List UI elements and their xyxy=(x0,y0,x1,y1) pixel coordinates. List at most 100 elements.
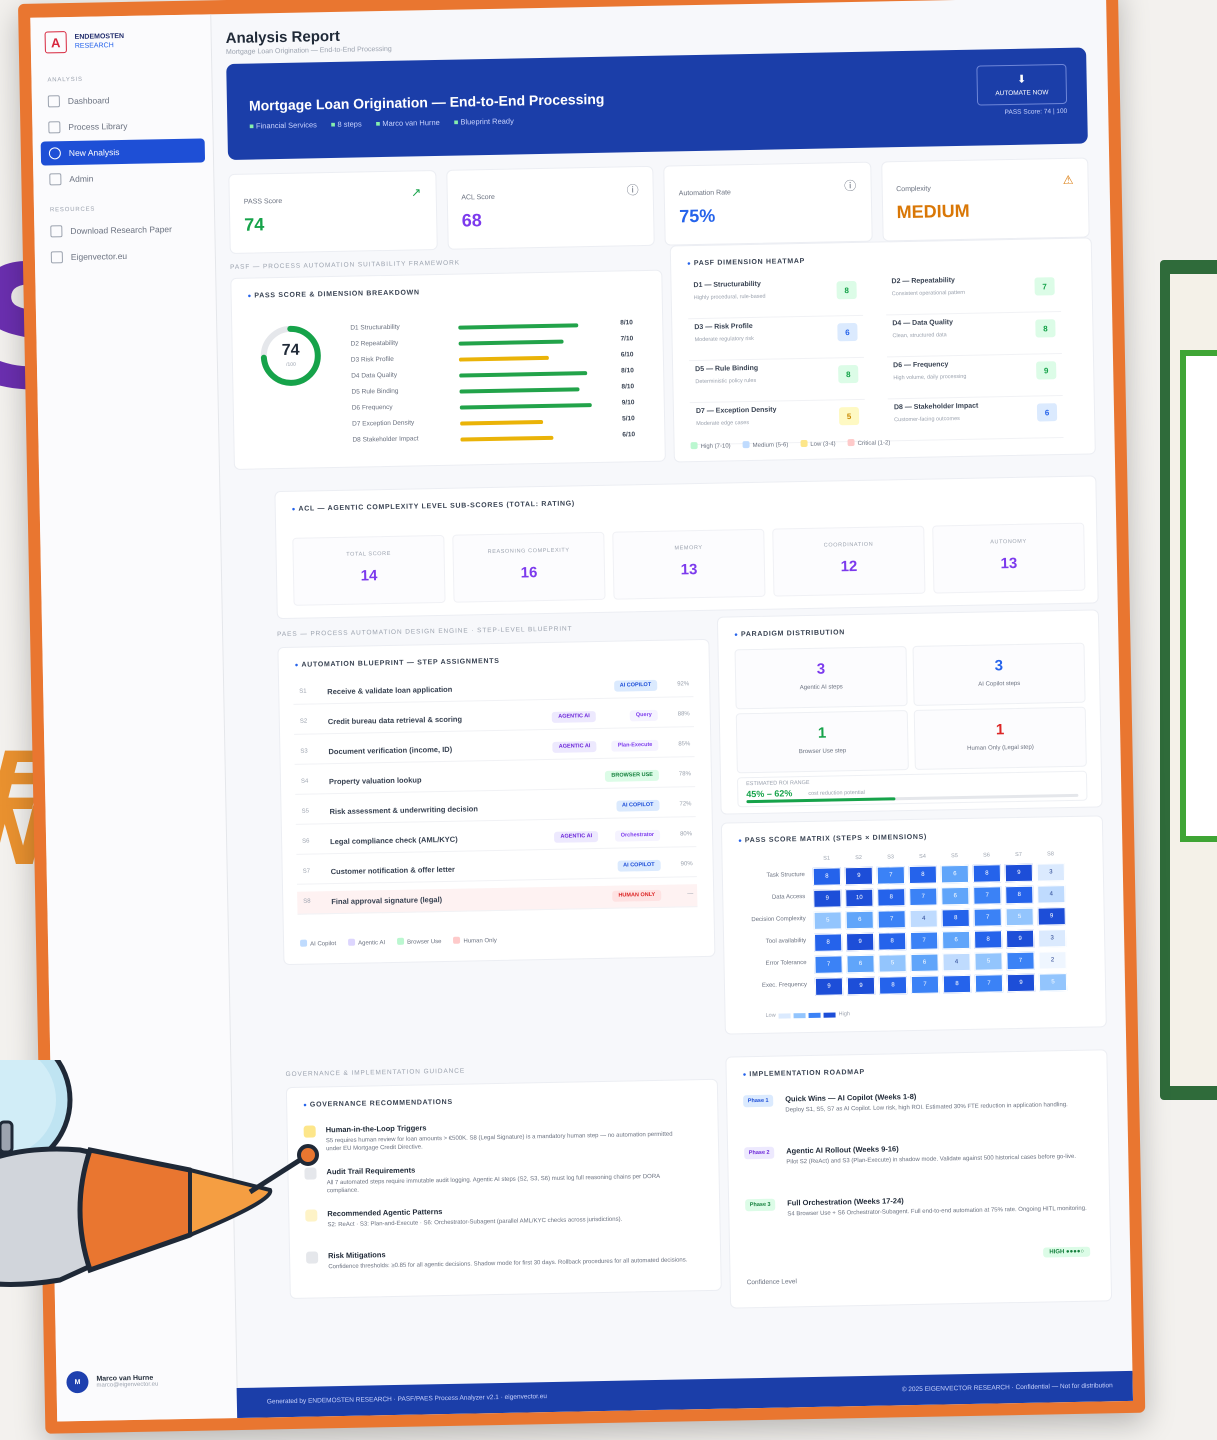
dimension-bar xyxy=(459,371,588,378)
heatmap-cell: D4 — Data Quality Clean, structured data 8 xyxy=(886,309,1062,358)
sidebar-item-new-analysis[interactable]: New Analysis xyxy=(40,138,206,166)
blueprint-step-row[interactable]: S3 Document verification (income, ID) Plan… xyxy=(294,734,695,765)
matrix-cell: 9 xyxy=(845,932,875,952)
dimension-value: 7/10 xyxy=(620,335,634,343)
sidebar-item-admin[interactable]: Admin xyxy=(41,164,205,191)
process-meta-item: Blueprint Ready xyxy=(454,117,514,127)
matrix-cell: 5 xyxy=(813,911,842,930)
paradigm-card: PARADIGM DISTRIBUTION 3Agentic AI steps3… xyxy=(716,609,1103,815)
download-icon xyxy=(50,225,63,238)
kpi-card-automation-rate: Automation Rate 75% ⓘ xyxy=(663,161,873,246)
blueprint-step-row[interactable]: S1 Receive & validate loan application AI … xyxy=(293,674,694,705)
blueprint-step-row[interactable]: S8 Final approval signature (legal) HUMAN … xyxy=(297,884,698,915)
matrix-row-label: Decision Complexity xyxy=(751,916,806,924)
confidence-label: Confidence Level xyxy=(746,1278,797,1287)
legend-item: Browser Use xyxy=(397,937,442,946)
acl-score-value: 16 xyxy=(520,564,538,582)
hero-banner: Mortgage Loan Origination — End-to-End P… xyxy=(226,47,1088,160)
brand-sub: RESEARCH xyxy=(74,42,114,50)
step-name: Credit bureau data retrieval & scoring xyxy=(327,714,463,727)
info-icon: ⓘ xyxy=(843,178,857,194)
matrix-cell: 8 xyxy=(812,867,842,886)
paradigm-label: Human Only (Legal step) xyxy=(967,744,1034,752)
matrix-cell: 5 xyxy=(974,952,1003,971)
heatmap-cell-sub: Deterministic policy rules xyxy=(695,377,757,386)
sidebar-group-resources: RESOURCES xyxy=(49,206,96,214)
blueprint-step-row[interactable]: S4 Property valuation lookup BROWSER USE 78… xyxy=(294,764,696,795)
heatmap-card: PASF DIMENSION HEATMAP D1 — Structurabil… xyxy=(669,237,1096,463)
dimension-row: D7 Exception Density 5/10 xyxy=(352,415,635,430)
governance-item-title: Recommended Agentic Patterns xyxy=(327,1207,443,1219)
sidebar-item-process-library[interactable]: Process Library xyxy=(40,112,204,139)
step-id: S1 xyxy=(299,688,307,695)
kpi-card-pass-score: PASS Score 74 ↗ xyxy=(228,170,438,254)
matrix-cell: 8 xyxy=(941,908,970,928)
sidebar-item-dashboard[interactable]: Dashboard xyxy=(40,86,204,113)
automate-button[interactable]: ⬇ AUTOMATE NOW xyxy=(976,63,1068,106)
automate-button-label: AUTOMATE NOW xyxy=(995,89,1049,98)
acl-score-box: TOTAL SCORE 14 xyxy=(292,534,446,606)
legend-label: Human Only xyxy=(463,937,497,945)
sidebar-resource-label: Download Research Paper xyxy=(70,224,173,237)
dimension-value: 8/10 xyxy=(621,383,635,391)
process-title: Mortgage Loan Origination — End-to-End P… xyxy=(248,90,605,114)
scene: S E N/ A ENDEMOSTEN RESEARCH ANALYSIS Da… xyxy=(0,0,1217,1440)
matrix-cell: 7 xyxy=(909,931,939,951)
acl-card: ACL — AGENTIC COMPLEXITY LEVEL SUB-SCORE… xyxy=(274,475,1099,620)
dimension-label: D8 Stakeholder Impact xyxy=(352,435,419,444)
blueprint-step-row[interactable]: S6 Legal compliance check (AML/KYC) Orches… xyxy=(295,824,697,855)
user-profile[interactable]: M Marco van Hurne marco@eigenvector.eu xyxy=(66,1370,158,1394)
blueprint-step-row[interactable]: S2 Credit bureau data retrieval & scoring… xyxy=(293,704,695,735)
blueprint-step-row[interactable]: S5 Risk assessment & underwriting decisio… xyxy=(295,794,696,825)
dimension-bar xyxy=(460,435,554,442)
step-paradigm-badge: Orchestrator xyxy=(614,829,661,842)
step-paradigm-badge: AGENTIC AI xyxy=(552,741,597,753)
heatmap-cell-value: 9 xyxy=(1036,361,1057,380)
blueprint-title: AUTOMATION BLUEPRINT — STEP ASSIGNMENTS xyxy=(295,658,499,669)
heatmap-cell-sub: Moderate regulatory risk xyxy=(694,335,754,344)
matrix-cell: 3 xyxy=(1037,929,1067,948)
governance-item: Risk Mitigations Confidence thresholds: ≥… xyxy=(306,1244,687,1270)
sidebar-item-label: New Analysis xyxy=(68,147,120,159)
step-name: Document verification (income, ID) xyxy=(328,744,453,757)
matrix-column-label: S8 xyxy=(1047,851,1054,858)
acl-score-label: TOTAL SCORE xyxy=(346,550,392,558)
brand[interactable]: A ENDEMOSTEN RESEARCH xyxy=(30,14,211,63)
matrix-row-label: Tool availability xyxy=(765,938,807,945)
step-name: Legal compliance check (AML/KYC) xyxy=(330,834,458,847)
step-paradigm-badge: HUMAN ONLY xyxy=(612,889,662,902)
governance-item-title: Risk Mitigations xyxy=(328,1250,386,1261)
dimension-row: D4 Data Quality 8/10 xyxy=(351,367,634,382)
heatmap-cell-sub: Clean, structured data xyxy=(892,332,947,340)
step-id: S3 xyxy=(300,748,308,755)
paradigm-box: 1 Human Only (Legal step) xyxy=(913,706,1087,770)
sidebar-group-analysis: ANALYSIS xyxy=(47,76,83,84)
sidebar-resource-0[interactable]: Download Research Paper xyxy=(42,216,206,243)
legend-item: High (7-10) xyxy=(690,441,731,450)
legend-item: Low (3-4) xyxy=(800,439,836,448)
phase-title: Agentic AI Rollout (Weeks 9-16) xyxy=(786,1144,899,1156)
heatmap-cell: D7 — Exception Density Moderate edge case… xyxy=(689,396,866,446)
blueprint-step-row[interactable]: S7 Customer notification & offer letter AI… xyxy=(296,854,697,885)
hero-score: PASS Score: 74 | 100 xyxy=(1004,107,1068,117)
heatmap-title: PASF DIMENSION HEATMAP xyxy=(687,258,805,267)
sidebar-item-label: Admin xyxy=(69,173,94,185)
sidebar-resource-1[interactable]: Eigenvector.eu xyxy=(43,242,207,269)
dimension-value: 6/10 xyxy=(620,351,634,359)
matrix-column-label: S1 xyxy=(823,855,830,862)
matrix-row-label: Data Access xyxy=(771,894,806,901)
matrix-cell: 7 xyxy=(877,910,906,929)
kpi-card-complexity: Complexity MEDIUM ⚠ xyxy=(880,157,1090,242)
matrix-cell: 9 xyxy=(813,889,842,908)
matrix-row-label: Error Tolerance xyxy=(765,960,807,967)
dimension-value: 8/10 xyxy=(620,319,633,327)
legend-label: AI Copilot xyxy=(310,941,337,948)
roi-note: cost reduction potential xyxy=(808,789,865,797)
dimension-row: D2 Repeatability 7/10 xyxy=(351,335,634,350)
matrix-scale-low: Low xyxy=(765,1012,776,1019)
matrix-column-label: S5 xyxy=(951,853,958,860)
pass-breakdown-title: PASS SCORE & DIMENSION BREAKDOWN xyxy=(248,289,419,299)
acl-title: ACL — AGENTIC COMPLEXITY LEVEL SUB-SCORE… xyxy=(292,500,575,512)
matrix-cell: 3 xyxy=(1036,863,1066,882)
legend-item: Agentic AI xyxy=(348,938,385,947)
